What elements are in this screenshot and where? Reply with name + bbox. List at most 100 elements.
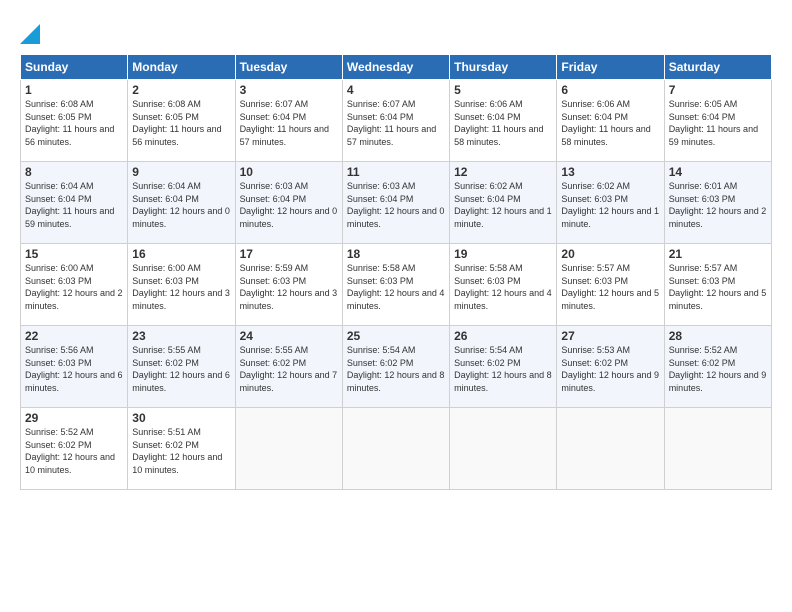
calendar-cell: 13 Sunrise: 6:02 AMSunset: 6:03 PMDayligh… (557, 162, 664, 244)
calendar-cell: 16Sunrise: 6:00 AMSunset: 6:03 PMDayligh… (128, 244, 235, 326)
day-number: 15 (25, 247, 123, 261)
day-number: 1 (25, 83, 123, 97)
day-info: Sunrise: 6:07 AMSunset: 6:04 PMDaylight:… (240, 99, 329, 147)
day-info: Sunrise: 6:06 AMSunset: 6:04 PMDaylight:… (561, 99, 650, 147)
week-row-2: 8 Sunrise: 6:04 AMSunset: 6:04 PMDaylight… (21, 162, 772, 244)
day-info: Sunrise: 5:58 AMSunset: 6:03 PMDaylight:… (454, 263, 552, 311)
calendar-cell: 26 Sunrise: 5:54 AMSunset: 6:02 PMDayligh… (450, 326, 557, 408)
calendar-cell (342, 408, 449, 490)
day-header-sunday: Sunday (21, 55, 128, 80)
day-info: Sunrise: 5:54 AMSunset: 6:02 PMDaylight:… (347, 345, 445, 393)
calendar-cell: 2 Sunrise: 6:08 AMSunset: 6:05 PMDaylight… (128, 80, 235, 162)
day-header-saturday: Saturday (664, 55, 771, 80)
calendar-cell: 11 Sunrise: 6:03 AMSunset: 6:04 PMDayligh… (342, 162, 449, 244)
day-number: 22 (25, 329, 123, 343)
day-info: Sunrise: 6:02 AMSunset: 6:04 PMDaylight:… (454, 181, 552, 229)
day-number: 26 (454, 329, 552, 343)
calendar-cell: 19Sunrise: 5:58 AMSunset: 6:03 PMDayligh… (450, 244, 557, 326)
day-number: 21 (669, 247, 767, 261)
week-row-3: 15 Sunrise: 6:00 AMSunset: 6:03 PMDayligh… (21, 244, 772, 326)
calendar-cell: 8 Sunrise: 6:04 AMSunset: 6:04 PMDaylight… (21, 162, 128, 244)
day-header-tuesday: Tuesday (235, 55, 342, 80)
day-info: Sunrise: 6:08 AMSunset: 6:05 PMDaylight:… (132, 99, 221, 147)
calendar-cell: 3 Sunrise: 6:07 AMSunset: 6:04 PMDaylight… (235, 80, 342, 162)
day-info: Sunrise: 5:56 AMSunset: 6:03 PMDaylight:… (25, 345, 123, 393)
calendar-cell: 21 Sunrise: 5:57 AMSunset: 6:03 PMDayligh… (664, 244, 771, 326)
day-number: 2 (132, 83, 230, 97)
day-number: 10 (240, 165, 338, 179)
day-number: 28 (669, 329, 767, 343)
day-number: 8 (25, 165, 123, 179)
day-number: 25 (347, 329, 445, 343)
day-info: Sunrise: 6:01 AMSunset: 6:03 PMDaylight:… (669, 181, 767, 229)
calendar-cell: 7 Sunrise: 6:05 AMSunset: 6:04 PMDaylight… (664, 80, 771, 162)
day-number: 9 (132, 165, 230, 179)
day-info: Sunrise: 6:02 AMSunset: 6:03 PMDaylight:… (561, 181, 659, 229)
calendar-cell: 25 Sunrise: 5:54 AMSunset: 6:02 PMDayligh… (342, 326, 449, 408)
day-info: Sunrise: 6:06 AMSunset: 6:04 PMDaylight:… (454, 99, 543, 147)
day-number: 3 (240, 83, 338, 97)
calendar-cell (235, 408, 342, 490)
calendar-cell: 27 Sunrise: 5:53 AMSunset: 6:02 PMDayligh… (557, 326, 664, 408)
day-number: 27 (561, 329, 659, 343)
calendar-cell: 5 Sunrise: 6:06 AMSunset: 6:04 PMDaylight… (450, 80, 557, 162)
day-info: Sunrise: 6:03 AMSunset: 6:04 PMDaylight:… (347, 181, 445, 229)
day-header-friday: Friday (557, 55, 664, 80)
day-info: Sunrise: 5:58 AMSunset: 6:03 PMDaylight:… (347, 263, 445, 311)
calendar-cell: 9Sunrise: 6:04 AMSunset: 6:04 PMDaylight… (128, 162, 235, 244)
page: SundayMondayTuesdayWednesdayThursdayFrid… (0, 0, 792, 500)
calendar-cell: 28 Sunrise: 5:52 AMSunset: 6:02 PMDayligh… (664, 326, 771, 408)
calendar-cell: 6 Sunrise: 6:06 AMSunset: 6:04 PMDaylight… (557, 80, 664, 162)
calendar-cell: 24 Sunrise: 5:55 AMSunset: 6:02 PMDayligh… (235, 326, 342, 408)
day-info: Sunrise: 5:52 AMSunset: 6:02 PMDaylight:… (25, 427, 115, 475)
day-info: Sunrise: 5:51 AMSunset: 6:02 PMDaylight:… (132, 427, 222, 475)
day-info: Sunrise: 5:55 AMSunset: 6:02 PMDaylight:… (240, 345, 338, 393)
calendar-cell: 15 Sunrise: 6:00 AMSunset: 6:03 PMDayligh… (21, 244, 128, 326)
calendar-cell: 22 Sunrise: 5:56 AMSunset: 6:03 PMDayligh… (21, 326, 128, 408)
logo-arrow-icon (20, 16, 40, 44)
day-info: Sunrise: 5:52 AMSunset: 6:02 PMDaylight:… (669, 345, 767, 393)
day-info: Sunrise: 5:59 AMSunset: 6:03 PMDaylight:… (240, 263, 338, 311)
day-number: 4 (347, 83, 445, 97)
day-info: Sunrise: 5:53 AMSunset: 6:02 PMDaylight:… (561, 345, 659, 393)
calendar-cell (450, 408, 557, 490)
calendar-cell: 20 Sunrise: 5:57 AMSunset: 6:03 PMDayligh… (557, 244, 664, 326)
week-row-5: 29 Sunrise: 5:52 AMSunset: 6:02 PMDayligh… (21, 408, 772, 490)
day-info: Sunrise: 6:04 AMSunset: 6:04 PMDaylight:… (25, 181, 114, 229)
calendar-header-row: SundayMondayTuesdayWednesdayThursdayFrid… (21, 55, 772, 80)
day-header-thursday: Thursday (450, 55, 557, 80)
day-number: 6 (561, 83, 659, 97)
day-number: 12 (454, 165, 552, 179)
calendar-cell: 23 Sunrise: 5:55 AMSunset: 6:02 PMDayligh… (128, 326, 235, 408)
day-number: 29 (25, 411, 123, 425)
day-info: Sunrise: 6:05 AMSunset: 6:04 PMDaylight:… (669, 99, 758, 147)
day-number: 11 (347, 165, 445, 179)
day-number: 5 (454, 83, 552, 97)
day-number: 23 (132, 329, 230, 343)
day-number: 7 (669, 83, 767, 97)
calendar-cell: 1 Sunrise: 6:08 AMSunset: 6:05 PMDaylight… (21, 80, 128, 162)
calendar-cell: 29 Sunrise: 5:52 AMSunset: 6:02 PMDayligh… (21, 408, 128, 490)
day-number: 14 (669, 165, 767, 179)
calendar-cell: 12 Sunrise: 6:02 AMSunset: 6:04 PMDayligh… (450, 162, 557, 244)
day-info: Sunrise: 6:07 AMSunset: 6:04 PMDaylight:… (347, 99, 436, 147)
day-info: Sunrise: 6:00 AMSunset: 6:03 PMDaylight:… (132, 263, 230, 311)
day-info: Sunrise: 5:57 AMSunset: 6:03 PMDaylight:… (669, 263, 767, 311)
day-info: Sunrise: 6:03 AMSunset: 6:04 PMDaylight:… (240, 181, 338, 229)
day-info: Sunrise: 6:08 AMSunset: 6:05 PMDaylight:… (25, 99, 114, 147)
calendar-cell (664, 408, 771, 490)
day-number: 13 (561, 165, 659, 179)
calendar-cell: 10 Sunrise: 6:03 AMSunset: 6:04 PMDayligh… (235, 162, 342, 244)
day-header-wednesday: Wednesday (342, 55, 449, 80)
logo (20, 16, 40, 44)
day-info: Sunrise: 6:00 AMSunset: 6:03 PMDaylight:… (25, 263, 123, 311)
day-header-monday: Monday (128, 55, 235, 80)
day-number: 24 (240, 329, 338, 343)
week-row-1: 1 Sunrise: 6:08 AMSunset: 6:05 PMDaylight… (21, 80, 772, 162)
calendar-cell: 4 Sunrise: 6:07 AMSunset: 6:04 PMDaylight… (342, 80, 449, 162)
week-row-4: 22 Sunrise: 5:56 AMSunset: 6:03 PMDayligh… (21, 326, 772, 408)
day-info: Sunrise: 5:55 AMSunset: 6:02 PMDaylight:… (132, 345, 230, 393)
day-info: Sunrise: 5:57 AMSunset: 6:03 PMDaylight:… (561, 263, 659, 311)
day-number: 20 (561, 247, 659, 261)
day-info: Sunrise: 5:54 AMSunset: 6:02 PMDaylight:… (454, 345, 552, 393)
